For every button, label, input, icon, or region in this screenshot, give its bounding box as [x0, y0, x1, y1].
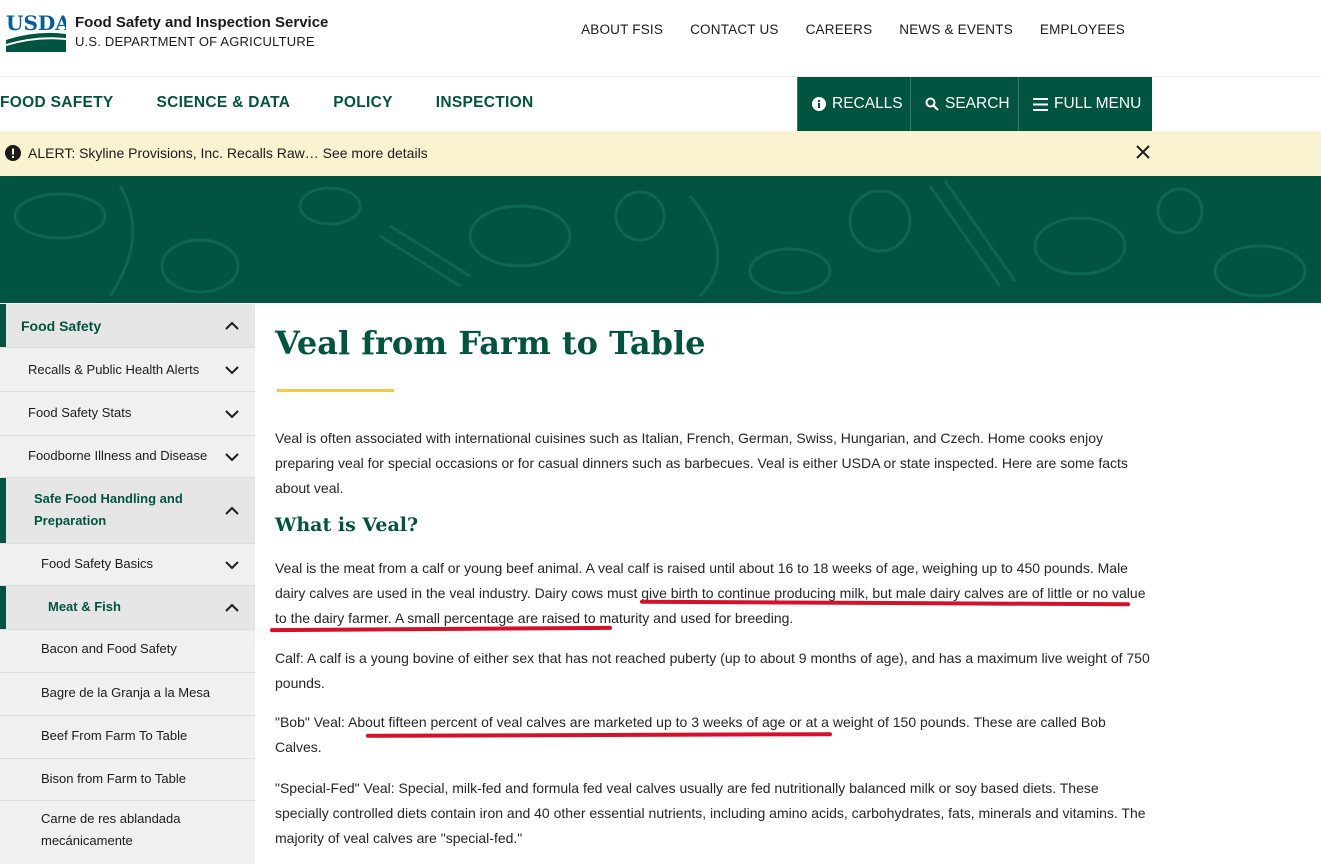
sidebar-item-bacon[interactable]: Bacon and Food Safety	[0, 630, 255, 673]
agency-name: Food Safety and Inspection Service	[75, 14, 329, 31]
chevron-down-icon	[225, 452, 239, 461]
site-header: USDA Food Safety and Inspection Service …	[0, 0, 1321, 77]
title-accent-rule	[277, 389, 394, 392]
chevron-down-icon	[225, 409, 239, 418]
sidebar-item-label: Bacon and Food Safety	[41, 641, 177, 656]
food-pattern-decoration	[13, 180, 1307, 298]
utility-nav: ABOUT FSIS CONTACT US CAREERS NEWS & EVE…	[581, 22, 1125, 37]
sidebar-item-label: Beef From Farm To Table	[41, 728, 188, 743]
section-heading: What is Veal?	[275, 514, 419, 536]
nav-food-safety[interactable]: FOOD SAFETY	[0, 94, 114, 112]
utility-link-about[interactable]: ABOUT FSIS	[581, 22, 663, 37]
active-indicator	[0, 478, 6, 543]
sidebar-item-label: Bison from Farm to Table	[41, 771, 186, 786]
veal-definition-paragraph: Veal is the meat from a calf or young be…	[275, 560, 1146, 626]
chevron-up-icon	[225, 321, 239, 330]
hero-banner	[0, 176, 1321, 303]
sidebar-item-label: Safe Food Handling and Preparation	[34, 491, 183, 528]
utility-link-employees[interactable]: EMPLOYEES	[1040, 22, 1125, 37]
sidebar-item-label: Food Safety Stats	[28, 405, 132, 420]
sidebar-item-foodborne-illness[interactable]: Foodborne Illness and Disease	[0, 436, 255, 478]
chevron-down-icon	[225, 560, 239, 569]
agency-lockup[interactable]: Food Safety and Inspection Service U.S. …	[75, 13, 328, 51]
sidebar-item-bagre[interactable]: Bagre de la Granja a la Mesa	[0, 673, 255, 716]
active-indicator	[0, 304, 6, 347]
info-circle-icon	[812, 97, 826, 111]
alert-icon	[5, 145, 21, 166]
close-icon[interactable]	[1134, 143, 1152, 161]
sidebar-nav: Food Safety Recalls & Public Health Aler…	[0, 304, 255, 864]
calf-paragraph: Calf: A calf is a young bovine of either…	[275, 650, 1150, 691]
utility-link-news[interactable]: NEWS & EVENTS	[899, 22, 1013, 37]
sidebar-item-recalls[interactable]: Recalls & Public Health Alerts	[0, 348, 255, 392]
active-indicator	[0, 586, 6, 629]
sidebar-item-bison[interactable]: Bison from Farm to Table	[0, 759, 255, 801]
sidebar-item-beef[interactable]: Beef From Farm To Table	[0, 716, 255, 759]
sidebar-item-label: Bagre de la Granja a la Mesa	[41, 685, 211, 700]
usda-logo[interactable]: USDA	[6, 10, 66, 54]
department-name: U.S. DEPARTMENT OF AGRICULTURE	[75, 34, 315, 49]
nav-policy[interactable]: POLICY	[333, 94, 393, 112]
sidebar-item-label: Recalls & Public Health Alerts	[28, 362, 200, 377]
search-label: SEARCH	[945, 95, 1010, 112]
intro-paragraph: Veal is often associated with internatio…	[275, 430, 1128, 496]
sidebar-item-label: Food Safety	[21, 318, 102, 334]
full-menu-button[interactable]: FULL MENU	[1018, 77, 1152, 131]
full-menu-label: FULL MENU	[1054, 95, 1142, 112]
utility-link-contact[interactable]: CONTACT US	[690, 22, 779, 37]
sidebar-item-carne[interactable]: Carne de res ablandada mecánicamente	[0, 801, 255, 861]
sidebar-item-label: Food Safety Basics	[41, 556, 153, 571]
special-fed-paragraph: "Special-Fed" Veal: Special, milk-fed an…	[275, 780, 1146, 846]
sidebar-item-label: Meat & Fish	[48, 599, 121, 614]
sidebar-item-safe-food-handling[interactable]: Safe Food Handling and Preparation	[0, 478, 255, 544]
recalls-label: RECALLS	[832, 95, 903, 112]
recalls-button[interactable]: RECALLS	[797, 77, 910, 131]
chevron-up-icon	[225, 603, 239, 612]
utility-link-careers[interactable]: CAREERS	[806, 22, 873, 37]
chevron-down-icon	[225, 365, 239, 374]
page-title: Veal from Farm to Table	[275, 324, 706, 362]
alert-banner: ALERT: Skyline Provisions, Inc. Recalls …	[0, 131, 1321, 176]
nav-inspection[interactable]: INSPECTION	[436, 94, 534, 112]
main-nav: FOOD SAFETY SCIENCE & DATA POLICY INSPEC…	[0, 77, 1321, 131]
svg-text:USDA: USDA	[6, 11, 66, 35]
search-icon	[925, 97, 939, 111]
chevron-up-icon	[225, 506, 239, 515]
alert-link[interactable]: ALERT: Skyline Provisions, Inc. Recalls …	[28, 145, 428, 161]
sidebar-item-stats[interactable]: Food Safety Stats	[0, 392, 255, 436]
sidebar-item-meat-fish[interactable]: Meat & Fish	[0, 586, 255, 630]
search-button[interactable]: SEARCH	[910, 77, 1018, 131]
sidebar-item-food-safety[interactable]: Food Safety	[0, 304, 255, 348]
menu-icon	[1033, 97, 1048, 111]
sidebar-item-label: Carne de res ablandada mecánicamente	[41, 811, 181, 848]
nav-science-data[interactable]: SCIENCE & DATA	[157, 94, 291, 112]
sidebar-item-food-safety-basics[interactable]: Food Safety Basics	[0, 544, 255, 586]
sidebar-item-label: Foodborne Illness and Disease	[28, 448, 208, 463]
